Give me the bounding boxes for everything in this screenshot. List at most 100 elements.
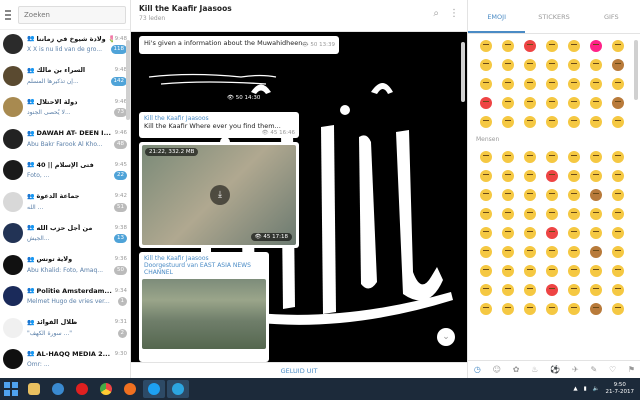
smiley-icon[interactable]: ☺ <box>493 365 501 374</box>
chat-list-item[interactable]: 👥 فتى الإسلام || 40 9:45 Foto, ... 22 <box>0 157 130 183</box>
chrome-button[interactable] <box>95 380 117 398</box>
volume-icon[interactable]: 🔈 <box>593 386 600 392</box>
emoji-icon[interactable] <box>524 40 536 52</box>
firefox-button[interactable] <box>119 380 141 398</box>
emoji-icon[interactable] <box>524 189 536 201</box>
emoji-icon[interactable] <box>502 303 514 315</box>
mute-button[interactable]: GELUID UIT <box>131 362 467 378</box>
image-thumbnail[interactable] <box>142 279 266 349</box>
emoji-icon[interactable] <box>480 78 492 90</box>
emoji-icon[interactable] <box>590 246 602 258</box>
emoji-icon[interactable] <box>524 59 536 71</box>
objects-icon[interactable]: ✎ <box>590 365 597 374</box>
scroll-down-button[interactable]: ⌄ <box>437 328 455 346</box>
emoji-icon[interactable] <box>568 151 580 163</box>
emoji-icon[interactable] <box>480 303 492 315</box>
forwarded-from[interactable]: Kill the Kaafir Jaasoos <box>142 255 266 262</box>
emoji-icon[interactable] <box>546 40 558 52</box>
emoji-icon[interactable] <box>524 227 536 239</box>
clock[interactable]: 9:50 21-7-2017 <box>606 382 634 396</box>
chat-list-item[interactable]: 👥 من أجل حزب الله 9:38 الجيش... 13 <box>0 220 130 246</box>
emoji-icon[interactable] <box>480 40 492 52</box>
chat-list-item[interactable]: 👥 ولاية تونس 9:36 Abu Khalid: Foto, Amaq...… <box>0 252 130 278</box>
download-icon[interactable]: ⤓ <box>210 185 230 205</box>
emoji-icon[interactable] <box>590 284 602 296</box>
emoji-icon[interactable] <box>590 97 602 109</box>
emoji-icon[interactable] <box>612 170 624 182</box>
emoji-icon[interactable] <box>590 40 602 52</box>
emoji-icon[interactable] <box>502 151 514 163</box>
emoji-icon[interactable] <box>502 208 514 220</box>
emoji-icon[interactable] <box>502 189 514 201</box>
emoji-icon[interactable] <box>590 227 602 239</box>
video-thumbnail[interactable]: 21:22, 332.2 MB ⤓ 👁 45 17:18 <box>142 145 296 245</box>
emoji-icon[interactable] <box>524 303 536 315</box>
emoji-icon[interactable] <box>612 208 624 220</box>
forwarded-from[interactable]: Kill the Kaafir Jaasoos <box>144 115 294 122</box>
chat-list-item[interactable]: 👥 AL-HAQQ MEDIA 2... 9:30 Omr: ... <box>0 346 130 372</box>
emoji-scrollbar[interactable] <box>634 40 638 100</box>
menu-button[interactable] <box>4 8 12 22</box>
emoji-icon[interactable] <box>502 170 514 182</box>
emoji-icon[interactable] <box>612 151 624 163</box>
flags-icon[interactable]: ⚑ <box>628 365 635 374</box>
emoji-icon[interactable] <box>524 265 536 277</box>
chat-scrollbar[interactable] <box>461 42 465 102</box>
chat-list-item[interactable]: 👥 ظلال الفوائد 9:31 "سورة الكهف ..." 2 <box>0 315 130 341</box>
emoji-icon[interactable] <box>502 265 514 277</box>
emoji-icon[interactable] <box>480 227 492 239</box>
emoji-icon[interactable] <box>612 227 624 239</box>
emoji-icon[interactable] <box>502 116 514 128</box>
emoji-icon[interactable] <box>568 59 580 71</box>
chat-list-item[interactable]: 👥 جماعة الدعوة 9:42 الله ... 51 <box>0 189 130 215</box>
emoji-icon[interactable] <box>480 189 492 201</box>
emoji-icon[interactable] <box>480 59 492 71</box>
emoji-icon[interactable] <box>568 170 580 182</box>
emoji-icon[interactable] <box>524 151 536 163</box>
emoji-icon[interactable] <box>612 189 624 201</box>
tab-stickers[interactable]: STICKERS <box>525 0 582 33</box>
emoji-icon[interactable] <box>568 208 580 220</box>
emoji-icon[interactable] <box>502 97 514 109</box>
emoji-icon[interactable] <box>568 303 580 315</box>
search-input[interactable] <box>18 5 126 24</box>
tab-emoji[interactable]: EMOJI <box>468 0 526 33</box>
video-message[interactable]: 21:22, 332.2 MB ⤓ 👁 45 17:18 <box>139 142 299 248</box>
emoji-icon[interactable] <box>524 170 536 182</box>
emoji-icon[interactable] <box>612 116 624 128</box>
message-bubble[interactable]: Hi's given a information about the Muwah… <box>139 36 339 54</box>
emoji-icon[interactable] <box>590 265 602 277</box>
emoji-icon[interactable] <box>612 284 624 296</box>
emoji-icon[interactable] <box>568 78 580 90</box>
emoji-icon[interactable] <box>546 246 558 258</box>
emoji-icon[interactable] <box>480 246 492 258</box>
emoji-icon[interactable] <box>502 78 514 90</box>
emoji-icon[interactable] <box>480 97 492 109</box>
travel-icon[interactable]: ✈ <box>572 365 579 374</box>
emoji-icon[interactable] <box>546 189 558 201</box>
emoji-icon[interactable] <box>590 189 602 201</box>
emoji-icon[interactable] <box>546 97 558 109</box>
emoji-icon[interactable] <box>524 78 536 90</box>
emoji-icon[interactable] <box>568 40 580 52</box>
emoji-icon[interactable] <box>502 246 514 258</box>
emoji-icon[interactable] <box>612 59 624 71</box>
message-bubble[interactable]: Kill the Kaafir Jaasoos Kill the Kaafir … <box>139 112 299 138</box>
emoji-icon[interactable] <box>546 59 558 71</box>
chat-list-item[interactable]: 👥 DAWAH AT- DEEN I... 9:46 Abu Bakr Farook … <box>0 126 130 152</box>
emoji-icon[interactable] <box>568 189 580 201</box>
opera-button[interactable] <box>71 380 93 398</box>
recent-icon[interactable]: ◷ <box>474 365 481 374</box>
emoji-icon[interactable] <box>568 265 580 277</box>
message-bubble[interactable]: Kill the Kaafir Jaasoos Doorgestuurd van… <box>139 252 269 362</box>
food-icon[interactable]: ♨ <box>531 365 538 374</box>
emoji-icon[interactable] <box>612 40 624 52</box>
chat-title[interactable]: Kill the Kaafir Jaasoos <box>139 4 459 13</box>
emoji-icon[interactable] <box>546 303 558 315</box>
emoji-icon[interactable] <box>524 97 536 109</box>
emoji-icon[interactable] <box>502 40 514 52</box>
emoji-icon[interactable] <box>590 116 602 128</box>
tray-arrow-icon[interactable]: ▲ <box>573 386 577 392</box>
more-icon[interactable]: ⋮ <box>449 8 459 19</box>
emoji-icon[interactable] <box>590 208 602 220</box>
